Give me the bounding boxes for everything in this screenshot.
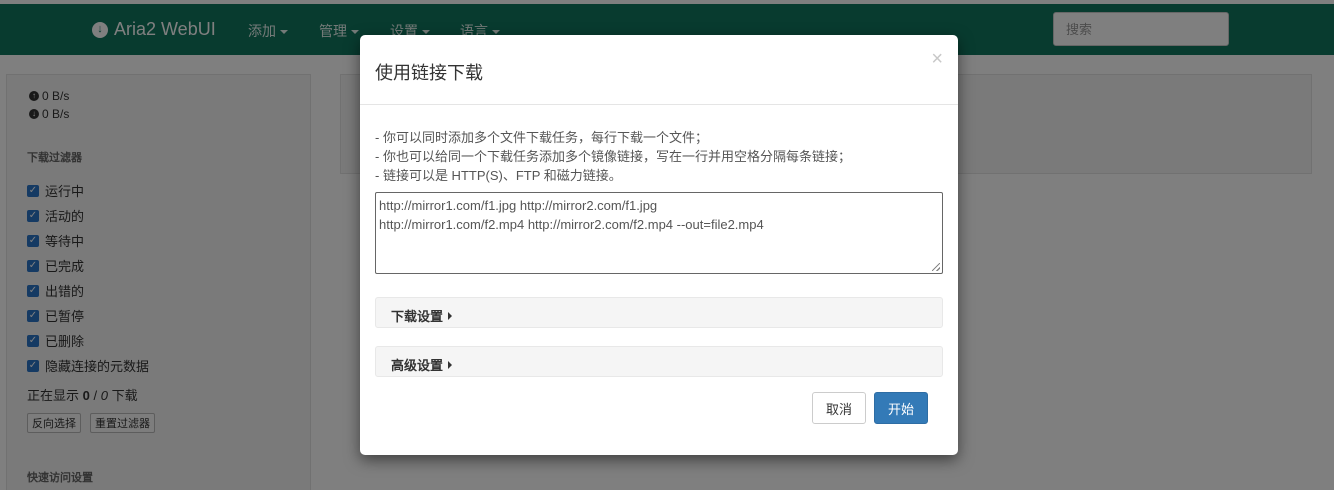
add-uri-modal: 使用链接下载 × - 你可以同时添加多个文件下载任务，每行下载一个文件； - 你… (360, 35, 958, 455)
cancel-button[interactable]: 取消 (812, 392, 866, 424)
download-settings-label: 下载设置 (391, 309, 444, 324)
advanced-settings-section[interactable]: 高级设置 (375, 346, 943, 377)
download-settings-section[interactable]: 下载设置 (375, 297, 943, 328)
placeholder-line: http://mirror1.com/f2.mp4 http://mirror2… (379, 217, 764, 232)
caret-right-icon (448, 360, 453, 369)
uri-textarea[interactable]: http://mirror1.com/f1.jpg http://mirror2… (375, 192, 943, 274)
download-settings-toggle[interactable]: 下载设置 (391, 306, 453, 325)
resize-handle-icon[interactable] (932, 263, 940, 271)
modal-divider (360, 104, 958, 105)
advanced-settings-toggle[interactable]: 高级设置 (391, 355, 453, 374)
tip-line: - 链接可以是 HTTP(S)、FTP 和磁力链接。 (375, 168, 622, 183)
tip-line: - 你可以同时添加多个文件下载任务，每行下载一个文件； (375, 130, 708, 145)
start-button[interactable]: 开始 (874, 392, 928, 424)
close-icon[interactable]: × (931, 49, 943, 69)
placeholder-line: http://mirror1.com/f1.jpg http://mirror2… (379, 198, 658, 213)
caret-right-icon (448, 311, 453, 320)
modal-title: 使用链接下载 (375, 63, 483, 83)
advanced-settings-label: 高级设置 (391, 358, 444, 373)
tip-line: - 你也可以给同一个下载任务添加多个镜像链接，写在一行并用空格分隔每条链接； (375, 149, 851, 164)
